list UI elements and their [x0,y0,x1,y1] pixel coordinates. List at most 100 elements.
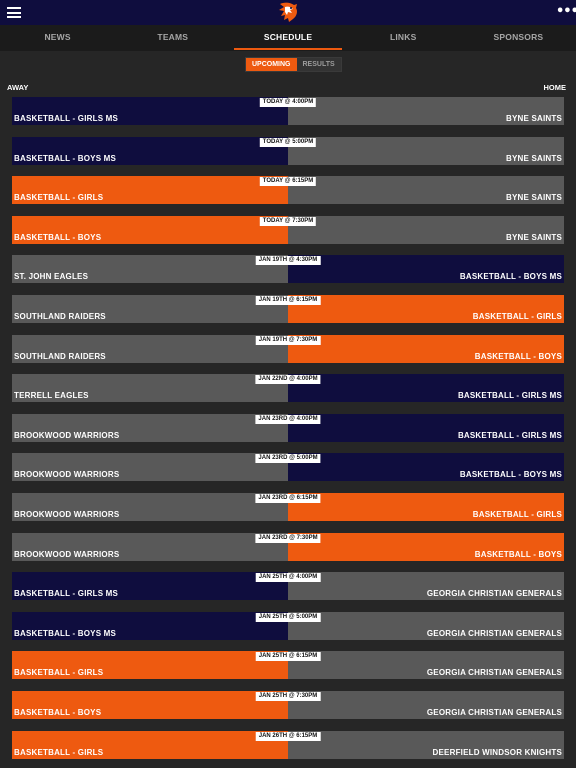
game-row[interactable]: ST. JOHN EAGLES BASKETBALL - BOYS MS JAN 1… [12,255,564,284]
away-column-header: AWAY [7,83,29,92]
away-side: SOUTHLAND RAIDERS [12,334,288,363]
away-side: BASKETBALL - BOYS [12,690,288,719]
away-team-name: TERRELL EAGLES [14,391,89,401]
home-team-name: BYNE SAINTS [506,193,562,203]
game-row[interactable]: BASKETBALL - BOYS BYNE SAINTS TODAY @ 7:30… [12,215,564,244]
away-side: BROOKWOOD WARRIORS [12,413,288,442]
game-row[interactable]: BASKETBALL - GIRLS BYNE SAINTS TODAY @ 6:1… [12,176,564,205]
away-side: BASKETBALL - GIRLS [12,651,288,680]
home-column-header: HOME [543,83,567,92]
away-side: BASKETBALL - BOYS [12,215,288,244]
game-row[interactable]: BASKETBALL - BOYS MS BYNE SAINTS TODAY @ 5… [12,136,564,165]
game-time-badge: JAN 23RD @ 4:00PM [255,414,321,424]
away-team-name: BASKETBALL - BOYS [14,232,102,242]
away-side: BROOKWOOD WARRIORS [12,492,288,521]
home-team-name: BASKETBALL - GIRLS MS [457,430,562,440]
game-row[interactable]: BASKETBALL - GIRLS MS GEORGIA CHRISTIAN G… [12,572,564,601]
away-side: BASKETBALL - GIRLS [12,176,288,205]
main-nav: NEWS TEAMS SCHEDULE LINKS SPONSORS [0,25,576,51]
home-side: GEORGIA CHRISTIAN GENERALS [288,651,564,680]
tab-teams[interactable]: TEAMS [115,25,230,51]
game-time-badge: TODAY @ 7:30PM [259,216,317,226]
tab-news[interactable]: NEWS [0,25,115,51]
away-team-name: BASKETBALL - GIRLS [14,193,104,203]
home-team-name: BASKETBALL - BOYS MS [459,470,562,480]
game-row[interactable]: BASKETBALL - BOYS MS GEORGIA CHRISTIAN GE… [12,611,564,640]
home-team-name: GEORGIA CHRISTIAN GENERALS [426,668,562,678]
home-team-name: DEERFIELD WINDSOR KNIGHTS [432,747,562,757]
home-side: BASKETBALL - BOYS [288,532,564,561]
hamburger-icon[interactable] [7,7,21,18]
upcoming-button[interactable]: UPCOMING [246,58,297,71]
home-team-name: GEORGIA CHRISTIAN GENERALS [426,628,562,638]
home-side: GEORGIA CHRISTIAN GENERALS [288,572,564,601]
home-side: GEORGIA CHRISTIAN GENERALS [288,690,564,719]
game-time-badge: JAN 25TH @ 6:15PM [255,652,321,662]
game-time-badge: JAN 19TH @ 6:15PM [255,295,321,305]
game-row[interactable]: BASKETBALL - GIRLS MS BYNE SAINTS TODAY @ … [12,97,564,125]
games-list: BASKETBALL - GIRLS MS BYNE SAINTS TODAY @ … [12,97,564,768]
game-time-badge: TODAY @ 4:00PM [259,98,317,107]
hamburger-line [7,11,21,14]
tab-schedule[interactable]: SCHEDULE [230,25,345,51]
game-row[interactable]: BASKETBALL - BOYS GEORGIA CHRISTIAN GENER… [12,690,564,719]
game-time-badge: JAN 22ND @ 4:00PM [255,375,321,385]
away-side: ST. JOHN EAGLES [12,255,288,284]
home-side: GEORGIA CHRISTIAN GENERALS [288,611,564,640]
away-side: BASKETBALL - GIRLS [12,730,288,759]
away-side: BASKETBALL - GIRLS MS [12,572,288,601]
tab-sponsors[interactable]: SPONSORS [461,25,576,51]
home-team-name: BYNE SAINTS [506,114,562,123]
home-side: BASKETBALL - GIRLS MS [288,374,564,403]
game-row[interactable]: BASKETBALL - GIRLS DEERFIELD WINDSOR KNIG… [12,730,564,759]
game-time-badge: JAN 25TH @ 5:00PM [255,612,321,622]
more-dots-icon[interactable]: ••• [556,4,576,20]
results-button[interactable]: RESULTS [296,58,341,71]
home-team-name: BASKETBALL - GIRLS [472,509,562,519]
home-team-name: BASKETBALL - GIRLS [472,311,562,321]
game-row[interactable]: SOUTHLAND RAIDERS BASKETBALL - GIRLS JAN 1… [12,294,564,323]
game-time-badge: TODAY @ 5:00PM [259,137,317,147]
away-side: BROOKWOOD WARRIORS [12,532,288,561]
game-row[interactable]: BROOKWOOD WARRIORS BASKETBALL - BOYS JAN 2… [12,532,564,561]
mustang-logo-icon [279,2,297,22]
home-side: BYNE SAINTS [288,176,564,205]
home-side: BASKETBALL - GIRLS MS [288,413,564,442]
game-time-badge: JAN 19TH @ 4:30PM [255,256,321,266]
away-team-name: SOUTHLAND RAIDERS [14,311,106,321]
home-side: BYNE SAINTS [288,215,564,244]
home-side: BASKETBALL - BOYS MS [288,255,564,284]
game-row[interactable]: BASKETBALL - GIRLS GEORGIA CHRISTIAN GENE… [12,651,564,680]
home-team-name: BYNE SAINTS [506,153,562,163]
away-side: BASKETBALL - BOYS MS [12,136,288,165]
game-time-badge: JAN 23RD @ 5:00PM [255,454,321,464]
away-team-name: BASKETBALL - BOYS [14,707,102,717]
away-side: SOUTHLAND RAIDERS [12,294,288,323]
away-team-name: BASKETBALL - GIRLS MS [14,589,119,599]
away-side: BROOKWOOD WARRIORS [12,453,288,482]
away-team-name: BASKETBALL - GIRLS MS [14,114,119,123]
home-team-name: BASKETBALL - BOYS [474,351,562,361]
away-team-name: BASKETBALL - GIRLS [14,668,104,678]
away-team-name: BROOKWOOD WARRIORS [14,430,120,440]
tab-links[interactable]: LINKS [346,25,461,51]
game-time-badge: JAN 23RD @ 7:30PM [255,533,321,543]
hamburger-line [7,7,21,9]
schedule-segment-control: UPCOMING RESULTS [245,57,342,72]
game-row[interactable]: SOUTHLAND RAIDERS BASKETBALL - BOYS JAN 19… [12,334,564,363]
home-side: BYNE SAINTS [288,136,564,165]
away-team-name: BROOKWOOD WARRIORS [14,470,120,480]
away-team-name: BASKETBALL - BOYS MS [14,628,117,638]
hamburger-line [7,16,21,18]
game-row[interactable]: BROOKWOOD WARRIORS BASKETBALL - GIRLS JAN … [12,492,564,521]
home-team-name: BYNE SAINTS [506,232,562,242]
home-team-name: GEORGIA CHRISTIAN GENERALS [426,707,562,717]
home-side: BASKETBALL - GIRLS [288,294,564,323]
away-team-name: BASKETBALL - BOYS MS [14,153,117,163]
game-row[interactable]: BROOKWOOD WARRIORS BASKETBALL - GIRLS MS J… [12,413,564,442]
game-row[interactable]: BROOKWOOD WARRIORS BASKETBALL - BOYS MS JA… [12,453,564,482]
home-team-name: GEORGIA CHRISTIAN GENERALS [426,589,562,599]
home-team-name: BASKETBALL - BOYS [474,549,562,559]
away-side: BASKETBALL - GIRLS MS [12,97,288,125]
game-row[interactable]: TERRELL EAGLES BASKETBALL - GIRLS MS JAN 2… [12,374,564,403]
